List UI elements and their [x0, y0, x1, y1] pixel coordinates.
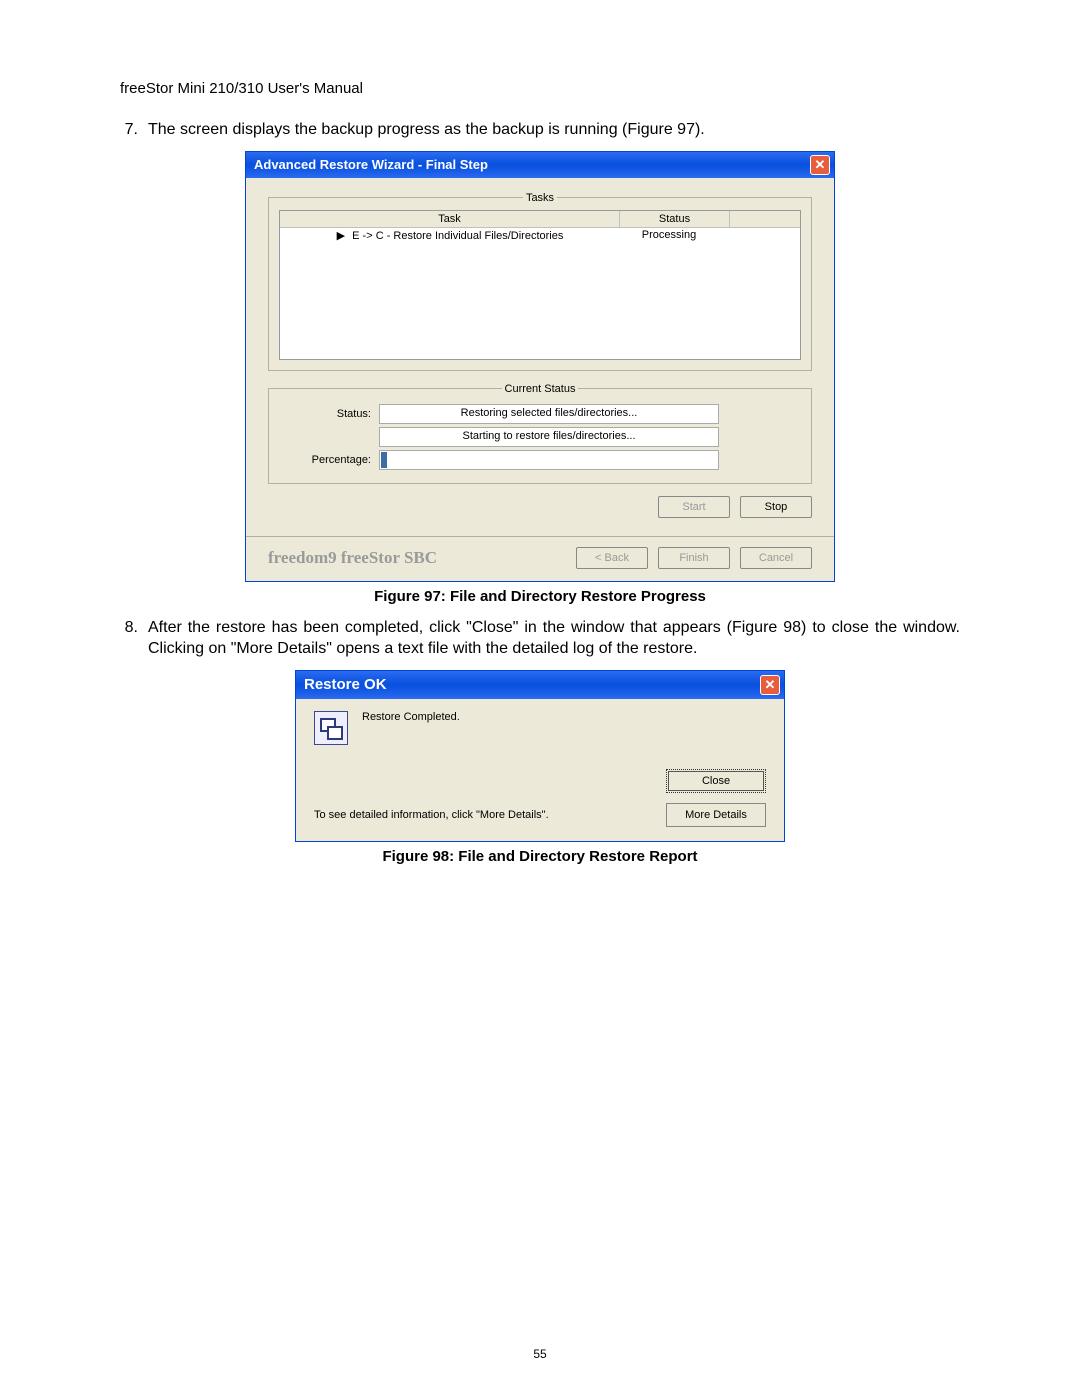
- th-status[interactable]: Status: [620, 211, 730, 227]
- figure-98-caption: Figure 98: File and Directory Restore Re…: [120, 848, 960, 865]
- status-label: Status:: [279, 408, 379, 420]
- brand-text: freedom9 freeStor SBC: [268, 548, 437, 568]
- status-value-2: Starting to restore files/directories...: [379, 427, 719, 447]
- play-icon: ▶: [337, 229, 345, 242]
- start-button: Start: [658, 496, 730, 518]
- progress-bar: [379, 450, 719, 470]
- current-status-group: Current Status Status: Restoring selecte…: [268, 383, 812, 484]
- manual-header: freeStor Mini 210/310 User's Manual: [120, 80, 960, 97]
- tasks-legend: Tasks: [523, 192, 557, 204]
- restore-icon: [314, 711, 348, 745]
- more-details-button[interactable]: More Details: [666, 803, 766, 827]
- dlg-titlebar[interactable]: Restore OK ✕: [296, 671, 784, 699]
- th-spacer: [730, 211, 800, 227]
- task-status: Processing: [614, 229, 724, 242]
- step-7: 7. The screen displays the backup progre…: [120, 119, 960, 141]
- percentage-label: Percentage:: [279, 454, 379, 466]
- wizard-titlebar[interactable]: Advanced Restore Wizard - Final Step ✕: [246, 152, 834, 178]
- th-task[interactable]: Task: [280, 211, 620, 227]
- step-7-text: The screen displays the backup progress …: [148, 119, 960, 141]
- tasks-table: Task Status ▶ E -> C - Restore Individua…: [279, 210, 801, 360]
- current-status-legend: Current Status: [502, 383, 579, 395]
- task-name: E -> C - Restore Individual Files/Direct…: [352, 230, 563, 242]
- restore-ok-dialog: Restore OK ✕ Restore Completed. Close To…: [295, 670, 785, 842]
- restore-message: Restore Completed.: [362, 711, 460, 723]
- page-number: 55: [0, 1347, 1080, 1361]
- close-button[interactable]: Close: [666, 769, 766, 793]
- stop-button[interactable]: Stop: [740, 496, 812, 518]
- status-value: Restoring selected files/directories...: [379, 404, 719, 424]
- tasks-group: Tasks Task Status ▶ E -> C - Restore Ind…: [268, 192, 812, 371]
- close-icon[interactable]: ✕: [760, 675, 780, 695]
- step-7-number: 7.: [120, 119, 148, 141]
- step-8-text: After the restore has been completed, cl…: [148, 617, 960, 660]
- dlg-title: Restore OK: [304, 676, 387, 693]
- wizard-dialog: Advanced Restore Wizard - Final Step ✕ T…: [245, 151, 835, 582]
- figure-97-caption: Figure 97: File and Directory Restore Pr…: [120, 588, 960, 605]
- wizard-title: Advanced Restore Wizard - Final Step: [254, 157, 488, 172]
- cancel-button: Cancel: [740, 547, 812, 569]
- finish-button: Finish: [658, 547, 730, 569]
- figure-97: Advanced Restore Wizard - Final Step ✕ T…: [120, 151, 960, 582]
- step-8-number: 8.: [120, 617, 148, 660]
- figure-98: Restore OK ✕ Restore Completed. Close To…: [120, 670, 960, 842]
- close-icon[interactable]: ✕: [810, 155, 830, 175]
- back-button: < Back: [576, 547, 648, 569]
- more-details-hint: To see detailed information, click "More…: [314, 809, 549, 821]
- task-row[interactable]: ▶ E -> C - Restore Individual Files/Dire…: [280, 228, 800, 243]
- step-8: 8. After the restore has been completed,…: [120, 617, 960, 660]
